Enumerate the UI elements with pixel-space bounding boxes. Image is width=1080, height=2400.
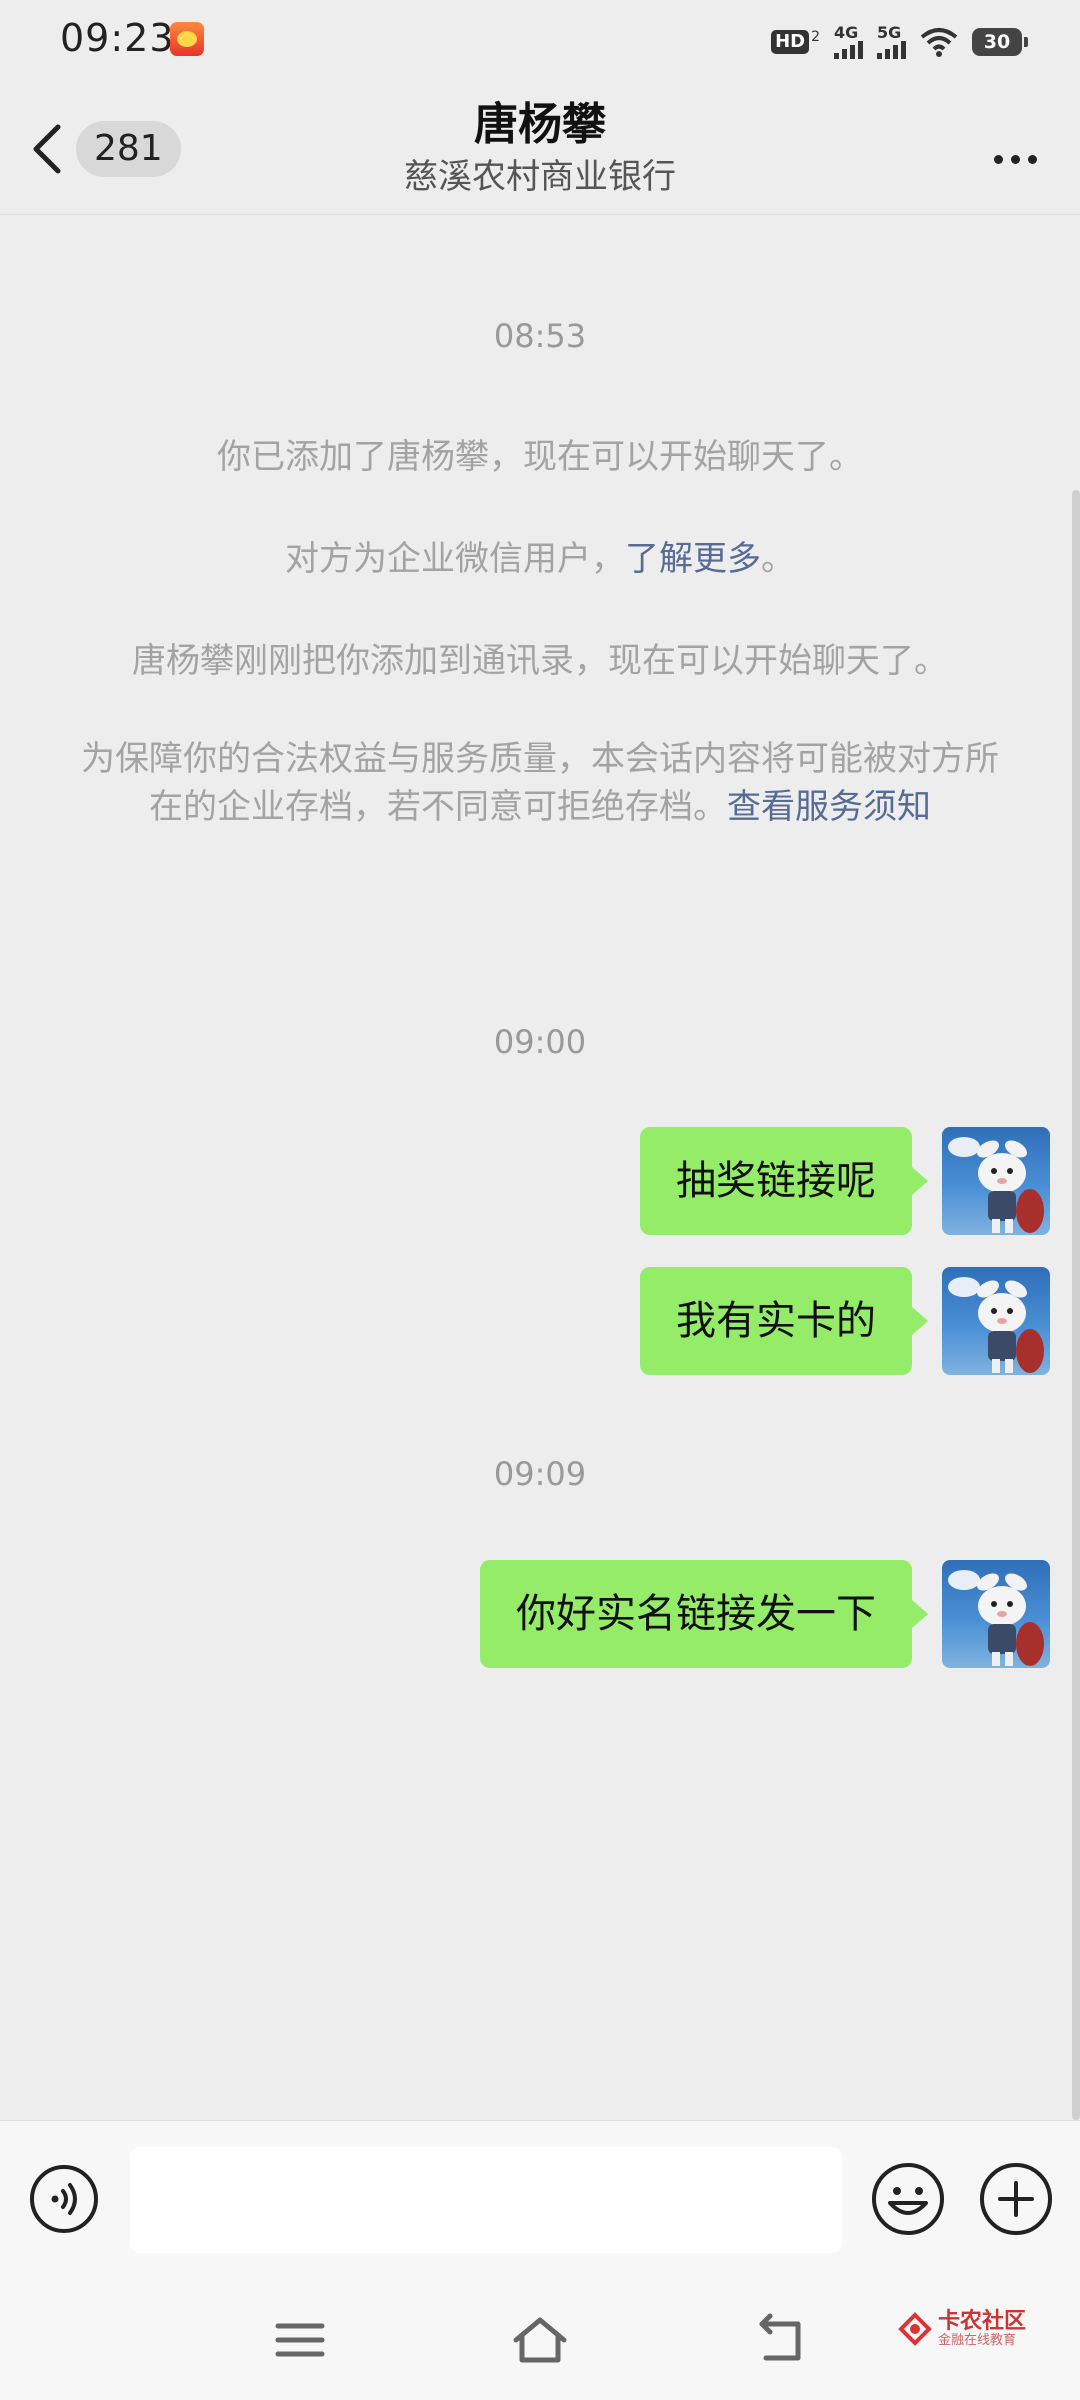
title-block: 唐杨攀 慈溪农村商业银行 bbox=[240, 96, 840, 200]
learn-more-link[interactable]: 了解更多 bbox=[625, 539, 761, 579]
back-nav-icon[interactable] bbox=[750, 2310, 810, 2370]
input-bar bbox=[0, 2120, 1080, 2281]
service-notice-link[interactable]: 查看服务须知 bbox=[727, 787, 931, 827]
chat-screen: 09:23 HD 2 4G 5G 30 281 唐杨攀 慈溪农村商业银行 08:… bbox=[0, 0, 1080, 2400]
wifi-icon bbox=[920, 28, 958, 57]
unread-count-badge: 281 bbox=[76, 121, 181, 177]
hd-label: HD bbox=[771, 30, 810, 54]
scrollbar[interactable] bbox=[1072, 490, 1080, 2120]
more-dot-icon bbox=[1027, 154, 1037, 164]
timestamp: 09:09 bbox=[493, 1455, 587, 1493]
system-note-suffix: 。 bbox=[761, 539, 795, 579]
avatar[interactable] bbox=[942, 1267, 1050, 1375]
message-bubble[interactable]: 抽奖链接呢 bbox=[640, 1127, 928, 1235]
avatar[interactable] bbox=[942, 1127, 1050, 1235]
timestamp: 08:53 bbox=[493, 317, 587, 355]
system-note-added: 你已添加了唐杨攀，现在可以开始聊天了。 bbox=[217, 437, 863, 477]
status-icons: HD 2 4G 5G 30 bbox=[771, 20, 1028, 64]
net-4g-label: 4G bbox=[834, 23, 859, 42]
battery-icon: 30 bbox=[972, 28, 1028, 56]
net-5g-label: 5G bbox=[877, 23, 902, 42]
message-row: 我有实卡的 bbox=[640, 1267, 1050, 1375]
emoji-icon[interactable] bbox=[870, 2161, 946, 2237]
timestamp: 09:00 bbox=[493, 1023, 587, 1061]
message-row: 抽奖链接呢 bbox=[640, 1127, 1050, 1235]
menu-icon[interactable] bbox=[270, 2310, 330, 2370]
signal-4g-icon: 4G bbox=[834, 25, 863, 59]
more-options-button[interactable] bbox=[980, 124, 1050, 194]
voice-icon[interactable] bbox=[28, 2163, 100, 2235]
watermark-title: 卡农社区 bbox=[938, 2309, 1027, 2334]
watermark: 卡农社区 金融在线教育 bbox=[898, 2310, 1026, 2348]
chat-subtitle: 慈溪农村商业银行 bbox=[404, 157, 676, 197]
back-button[interactable]: 281 bbox=[30, 114, 181, 184]
system-note-archive: 为保障你的合法权益与服务质量，本会话内容将可能被对方所在的企业存档，若不同意可拒… bbox=[70, 735, 1010, 831]
home-icon[interactable] bbox=[510, 2310, 570, 2370]
bunny-avatar-icon bbox=[948, 1277, 1044, 1373]
system-note-enterprise: 对方为企业微信用户，了解更多。 bbox=[70, 535, 1010, 583]
hd-icon: HD 2 bbox=[771, 30, 820, 54]
status-time: 09:23 bbox=[60, 16, 175, 60]
system-note-contact: 唐杨攀刚刚把你添加到通讯录，现在可以开始聊天了。 bbox=[132, 641, 948, 681]
status-bar: 09:23 HD 2 4G 5G 30 bbox=[0, 0, 1080, 84]
message-input[interactable] bbox=[130, 2147, 842, 2253]
more-dot-icon bbox=[993, 154, 1003, 164]
more-dot-icon bbox=[1010, 154, 1020, 164]
message-bubble[interactable]: 我有实卡的 bbox=[640, 1267, 928, 1375]
watermark-logo-icon bbox=[898, 2312, 932, 2346]
system-note-text: 对方为企业微信用户， bbox=[285, 539, 625, 579]
chevron-left-icon bbox=[33, 124, 61, 174]
bunny-avatar-icon bbox=[948, 1137, 1044, 1233]
watermark-sub: 金融在线教育 bbox=[938, 2333, 1017, 2348]
avatar[interactable] bbox=[942, 1560, 1050, 1668]
chat-title: 唐杨攀 bbox=[474, 99, 606, 150]
hd-sub-label: 2 bbox=[811, 29, 820, 45]
bunny-avatar-icon bbox=[948, 1570, 1044, 1666]
signal-5g-icon: 5G bbox=[877, 25, 906, 59]
chat-header: 281 唐杨攀 慈溪农村商业银行 bbox=[0, 84, 1080, 215]
app-notification-icon bbox=[170, 22, 204, 56]
message-bubble[interactable]: 你好实名链接发一下 bbox=[480, 1560, 928, 1668]
message-list[interactable]: 08:53 你已添加了唐杨攀，现在可以开始聊天了。 对方为企业微信用户，了解更多… bbox=[0, 215, 1080, 2120]
plus-icon[interactable] bbox=[978, 2161, 1054, 2237]
message-row: 你好实名链接发一下 bbox=[480, 1560, 1050, 1668]
